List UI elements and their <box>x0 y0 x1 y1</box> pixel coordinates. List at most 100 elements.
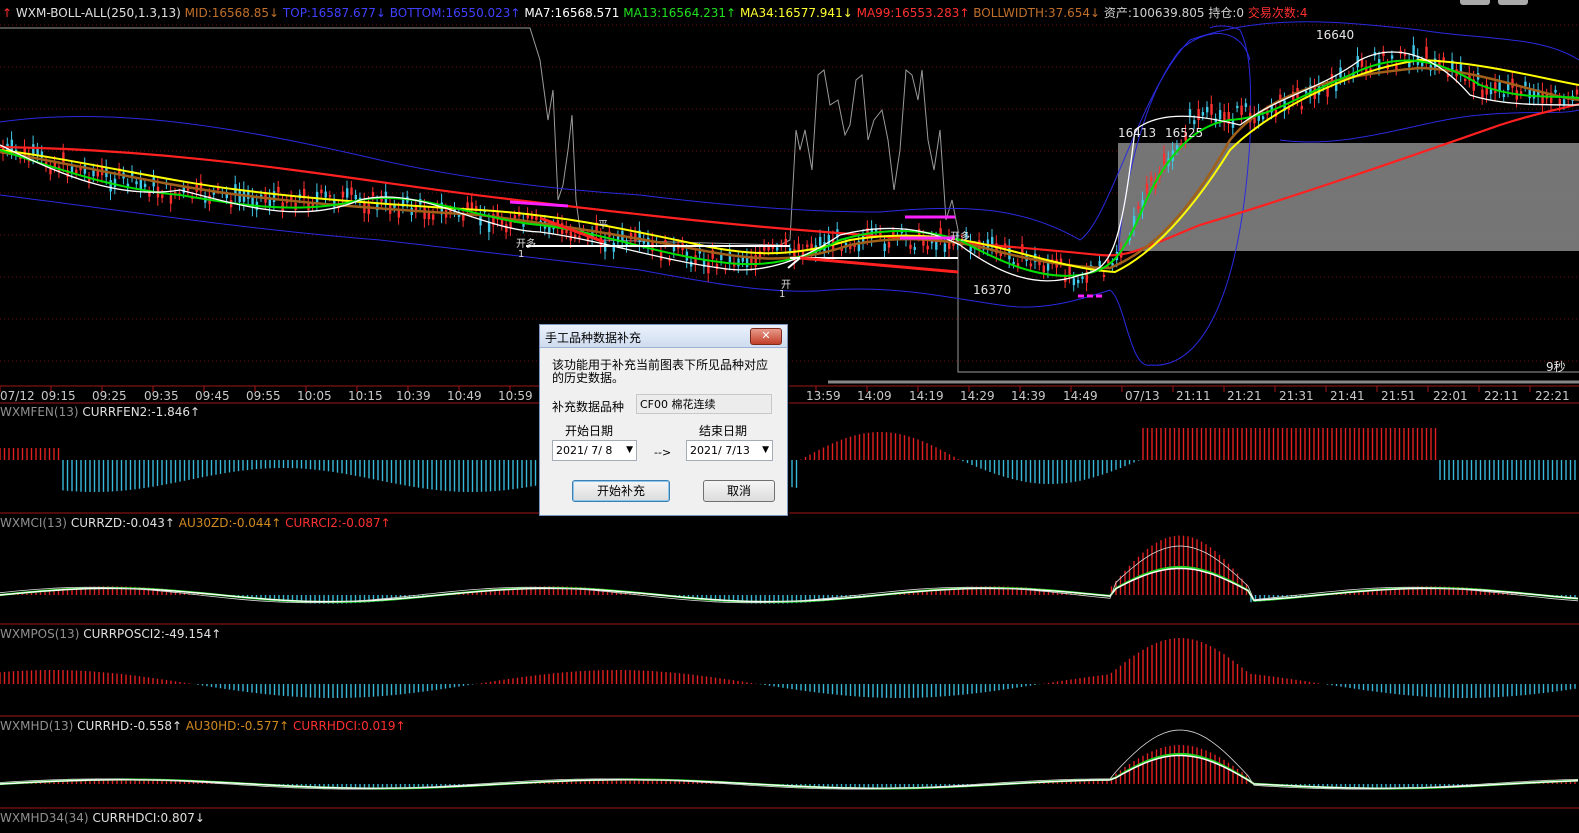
price-high-label: 16640 <box>1316 28 1355 42</box>
candle-body <box>1528 90 1531 99</box>
cancel-button[interactable]: 取消 <box>703 480 775 502</box>
time-tick: 22:21 <box>1535 389 1570 403</box>
end-date-label: 结束日期 <box>699 424 748 438</box>
time-tick: 22:11 <box>1484 389 1519 403</box>
candle-body <box>62 152 65 164</box>
time-tick: 21:41 <box>1330 389 1365 403</box>
candle-body <box>350 187 353 195</box>
candle-body <box>694 255 697 265</box>
bottom-value: BOTTOM:16550.023↑ <box>389 6 521 20</box>
panel-name: WXMPOS(13) <box>0 627 80 641</box>
time-tick: 14:49 <box>1063 389 1098 403</box>
candle-body <box>1261 116 1265 120</box>
candle-body <box>1137 206 1140 209</box>
candle-body <box>371 192 375 197</box>
wxmhd-bars <box>3 745 1576 789</box>
panel-value: CURRFEN2:-1.846↑ <box>82 405 201 419</box>
up-arrow-icon: ↑ <box>2 6 13 20</box>
time-tick: 09:45 <box>195 389 230 403</box>
top-value: TOP:16587.677↓ <box>282 6 386 20</box>
panel-value: AU30HD:-0.577↑ <box>185 719 290 733</box>
candle-body <box>728 251 732 263</box>
data-supplement-dialog: 手工品种数据补充 ✕ 该功能用于补充当前图表下所见品种对应的历史数据。 补充数据… <box>539 324 788 516</box>
candle-body <box>909 244 912 249</box>
hd-thin-line <box>0 729 1579 790</box>
candle-body <box>1029 263 1033 267</box>
trade-mark-open-long: 开多 <box>516 239 536 250</box>
panel-value: AU30ZD:-0.044↑ <box>178 516 282 530</box>
time-tick: 09:55 <box>246 389 281 403</box>
candle-body <box>788 248 792 251</box>
candle-body <box>272 191 276 202</box>
candle-body <box>1206 106 1209 113</box>
candle-body <box>1244 103 1248 107</box>
dialog-titlebar[interactable]: 手工品种数据补充 ✕ <box>540 325 787 348</box>
time-tick: 21:31 <box>1279 389 1314 403</box>
candle-body <box>827 235 830 246</box>
panel-value: CURRHDCI:0.019↑ <box>293 719 406 733</box>
candle-body <box>1098 260 1101 267</box>
candle-body <box>1081 276 1084 280</box>
indicator-header: ↑ WXM-BOLL-ALL(250,1.3,13) MID:16568.85↓… <box>2 4 1308 21</box>
start-date-picker[interactable]: 2021/ 7/ 8 ▼ <box>552 440 637 461</box>
panel-title-wxmhd34: WXMHD34(34) CURRHDCI:0.807↓ <box>0 811 205 825</box>
candle-body <box>1502 94 1506 97</box>
candle-body <box>1150 176 1153 182</box>
candle-body <box>328 194 332 198</box>
time-tick: 09:25 <box>92 389 127 403</box>
panel-value: CURRPOSCI2:-49.154↑ <box>83 627 222 641</box>
panel-name: WXMCI(13) <box>0 516 67 530</box>
panel-value: CURRHDCI:0.807↓ <box>92 811 205 825</box>
candle-body <box>1558 98 1561 106</box>
trade-mark-qty: 1 <box>779 289 786 300</box>
ma7-value: MA7:16568.571 <box>524 6 620 20</box>
hd-white-line <box>0 754 1579 789</box>
candle-body <box>320 189 323 194</box>
panel-title-wxmfen: WXMFEN(13) CURRFEN2:-1.846↑ <box>0 405 200 419</box>
candle-body <box>1102 274 1106 278</box>
candle-body <box>135 181 138 185</box>
candle-body <box>505 224 508 233</box>
window-button[interactable] <box>1460 0 1490 5</box>
candle-body <box>161 194 164 199</box>
dialog-title: 手工品种数据补充 <box>545 331 642 345</box>
candle-body <box>354 194 357 200</box>
time-tick: 21:21 <box>1227 389 1262 403</box>
end-date-picker[interactable]: 2021/ 7/13 ▼ <box>686 440 773 461</box>
panel-name: WXMHD34(34) <box>0 811 89 825</box>
candle-body <box>737 258 740 267</box>
time-tick: 22:01 <box>1433 389 1468 403</box>
candle-body <box>548 226 551 233</box>
close-icon[interactable]: ✕ <box>750 328 782 345</box>
cci-white-line <box>0 567 1579 603</box>
candle-body <box>238 191 241 203</box>
dialog-description: 该功能用于补充当前图表下所见品种对应的历史数据。 <box>552 358 769 385</box>
candle-body <box>715 263 719 270</box>
candle-body <box>346 188 349 198</box>
candle-body <box>530 215 534 220</box>
time-tick: 14:29 <box>960 389 995 403</box>
candle-body <box>1163 153 1166 165</box>
candle-body <box>277 186 280 193</box>
trade-mark-qty: 1 <box>518 249 525 260</box>
candle-body <box>367 204 370 215</box>
candle-body <box>573 234 577 238</box>
dropdown-arrow-icon: ▼ <box>762 445 769 455</box>
start-supplement-button[interactable]: 开始补充 <box>572 480 670 502</box>
candle-body <box>1072 278 1076 286</box>
candle-body <box>1068 266 1071 276</box>
window-button[interactable] <box>1498 0 1528 5</box>
panel-value: CURRZD:-0.043↑ <box>70 516 175 530</box>
time-tick: 14:19 <box>909 389 944 403</box>
time-tick: 14:39 <box>1011 389 1046 403</box>
symbol-label: 补充数据品种 <box>552 400 625 414</box>
panel-name: WXMHD(13) <box>0 719 74 733</box>
candle-body <box>1193 120 1196 125</box>
time-tick: 07/12 <box>0 389 35 403</box>
candle-body <box>1201 112 1205 116</box>
time-tick: 09:35 <box>144 389 179 403</box>
candle-body <box>1240 105 1243 116</box>
position-value: 持仓:0 <box>1208 6 1244 20</box>
candle-body <box>720 254 723 261</box>
price-low-label: 16370 <box>973 283 1012 297</box>
